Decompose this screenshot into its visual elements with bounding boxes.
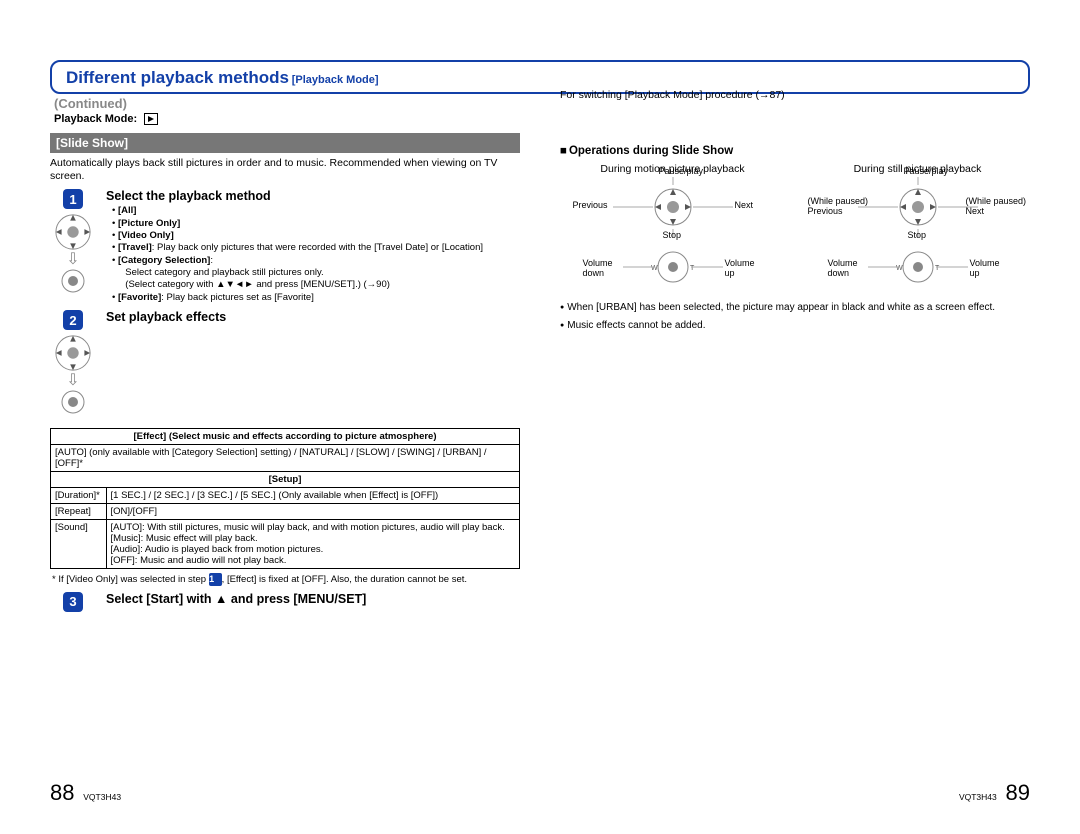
svg-text:W: W xyxy=(896,265,903,272)
step-3: 3 Select [Start] with ▲ and press [MENU/… xyxy=(50,592,520,612)
menu-set-button-icon xyxy=(61,269,85,293)
page-number-right: 89 xyxy=(1006,780,1030,805)
setup-header: [Setup] xyxy=(51,471,520,487)
footer-left: 88 VQT3H43 xyxy=(50,780,127,806)
note-item: Music effects cannot be added. xyxy=(560,319,1030,333)
slide-show-header: [Slide Show] xyxy=(50,133,520,153)
operations-head: Operations during Slide Show xyxy=(560,145,1030,157)
effects-header: [Effect] (Select music and effects accor… xyxy=(51,428,520,444)
doc-id: VQT3H43 xyxy=(959,792,997,802)
playback-mode-row: Playback Mode: xyxy=(54,113,1030,125)
step-1-list: [All] [Picture Only] [Video Only] [Trave… xyxy=(106,205,520,304)
step-1-badge: 1 xyxy=(63,189,83,209)
still-playback-block: During still picture playback WT xyxy=(805,163,1030,297)
step-3-badge: 3 xyxy=(63,592,83,612)
dpad-icon xyxy=(54,334,92,372)
table-row: [Repeat][ON]/[OFF] xyxy=(51,503,520,519)
step-1-head: Select the playback method xyxy=(106,189,520,203)
effects-row: [AUTO] (only available with [Category Se… xyxy=(51,444,520,471)
table-row: [Sound][AUTO]: With still pictures, musi… xyxy=(51,519,520,568)
down-arrow-icon: ⇩ xyxy=(66,376,79,386)
doc-id: VQT3H43 xyxy=(83,792,121,802)
svg-text:T: T xyxy=(690,265,695,272)
note-item: When [URBAN] has been selected, the pict… xyxy=(560,301,1030,315)
table-row: [Duration]*[1 SEC.] / [2 SEC.] / [3 SEC.… xyxy=(51,487,520,503)
right-column: For switching [Playback Mode] procedure … xyxy=(560,133,1030,612)
step-2-badge: 2 xyxy=(63,310,83,330)
footnote: * If [Video Only] was selected in step 1… xyxy=(50,573,520,586)
step-2-head: Set playback effects xyxy=(106,310,520,324)
page-title: Different playback methods xyxy=(66,68,289,87)
slide-show-intro: Automatically plays back still pictures … xyxy=(50,157,520,183)
dpad-icon xyxy=(54,213,92,251)
playback-icon xyxy=(144,113,158,125)
footer-right: VQT3H43 89 xyxy=(953,780,1030,806)
menu-set-button-icon xyxy=(61,390,85,414)
step-2: 2 ⇩ Set playback effects xyxy=(50,310,520,414)
motion-playback-block: During motion picture playback WT xyxy=(560,163,785,297)
down-arrow-icon: ⇩ xyxy=(66,255,79,265)
operations-diagrams: During motion picture playback WT xyxy=(560,163,1030,297)
step-3-head: Select [Start] with ▲ and press [MENU/SE… xyxy=(106,592,520,606)
svg-text:W: W xyxy=(651,265,658,272)
playback-mode-label: Playback Mode: xyxy=(54,113,137,125)
page-number-left: 88 xyxy=(50,780,74,805)
step-1: 1 ⇩ Select the playback method xyxy=(50,189,520,304)
title-subtitle: [Playback Mode] xyxy=(292,74,379,86)
effects-table: [Effect] (Select music and effects accor… xyxy=(50,428,520,569)
svg-text:T: T xyxy=(935,265,940,272)
left-column: [Slide Show] Automatically plays back st… xyxy=(50,133,520,612)
switch-note: For switching [Playback Mode] procedure … xyxy=(560,89,1030,101)
